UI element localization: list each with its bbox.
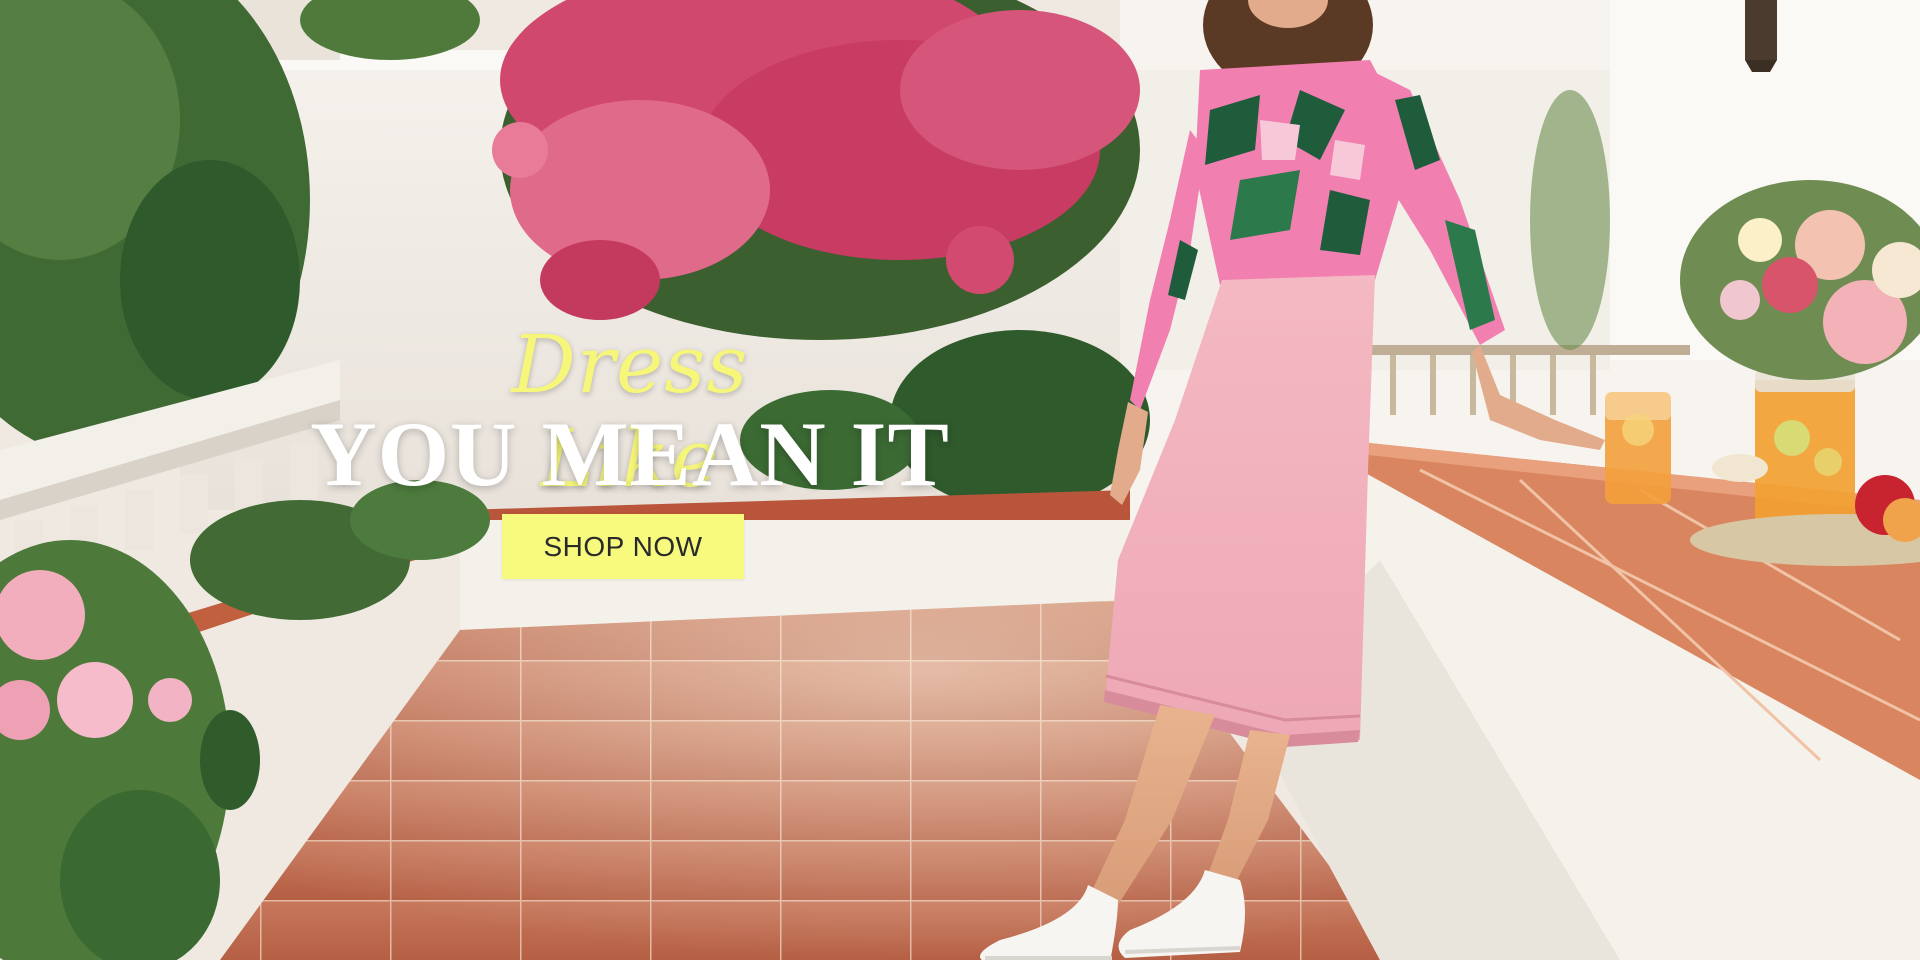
shop-now-button[interactable]: SHOP NOW — [502, 514, 744, 579]
hero-banner: Dress Like YOU MEAN IT SHOP NOW — [0, 0, 1920, 960]
hero-photo — [0, 0, 1920, 960]
